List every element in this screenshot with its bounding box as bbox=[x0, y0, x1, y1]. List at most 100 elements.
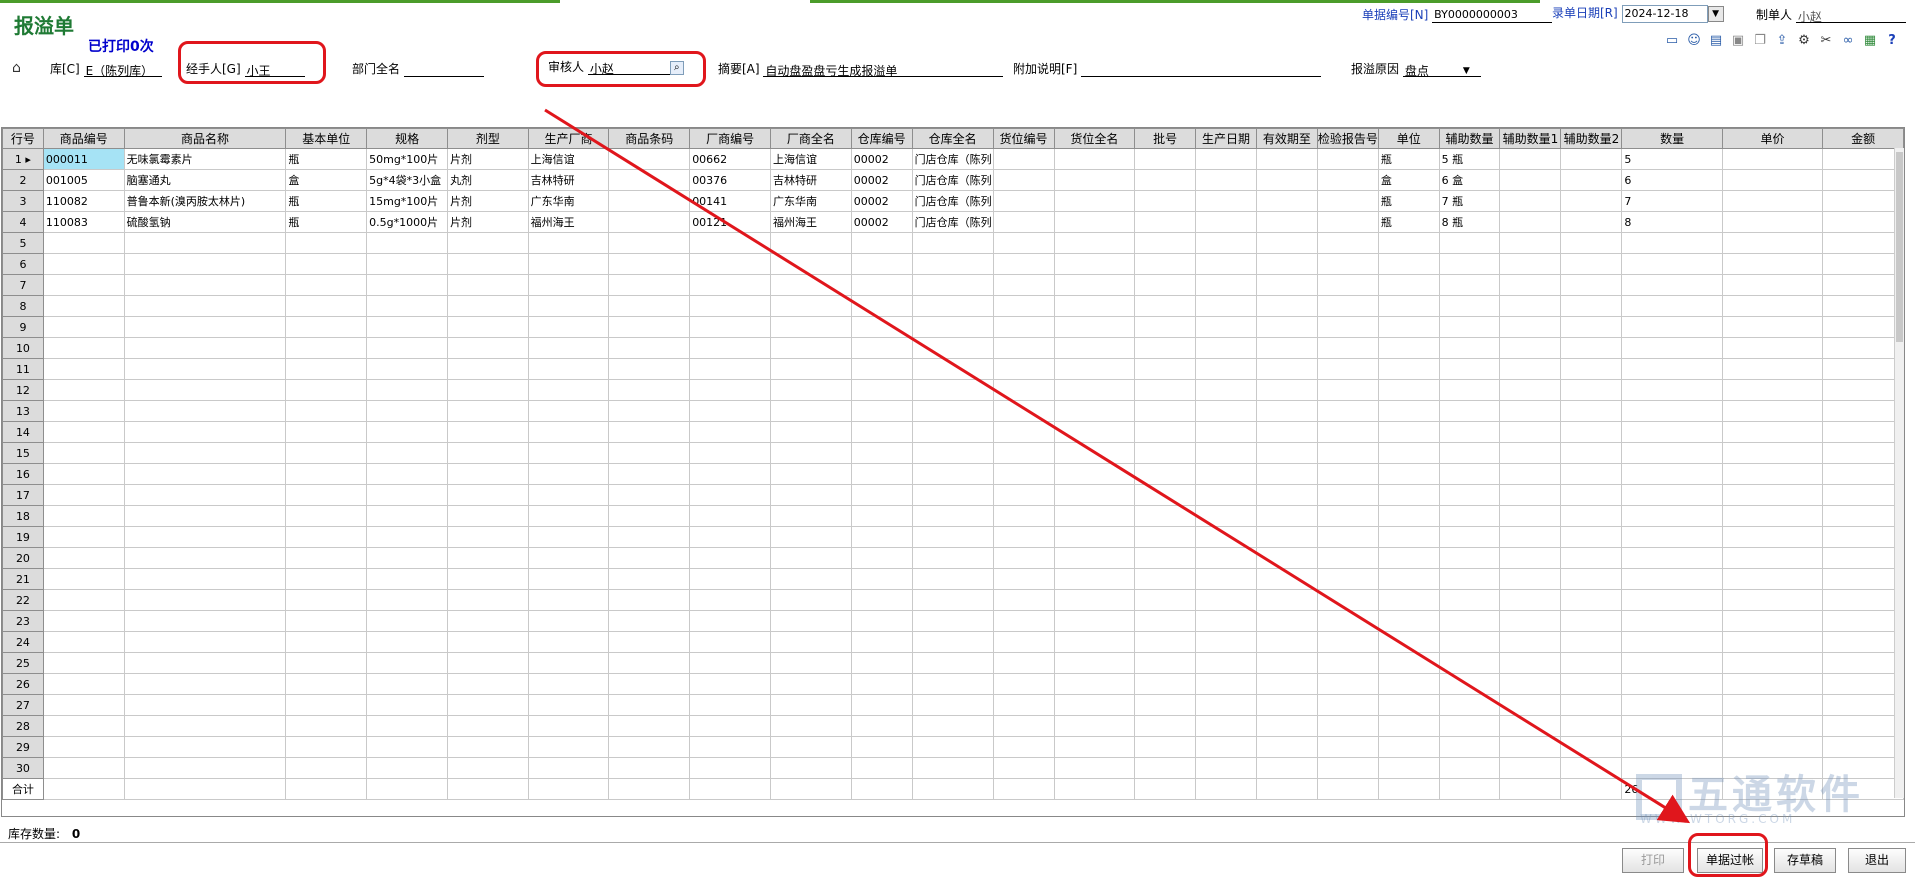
vertical-scrollbar[interactable] bbox=[1894, 148, 1904, 798]
table-cell[interactable] bbox=[1438, 253, 1501, 275]
table-cell[interactable] bbox=[42, 715, 125, 737]
table-row[interactable]: 22 bbox=[2, 589, 1904, 611]
table-cell[interactable] bbox=[850, 568, 913, 590]
table-cell[interactable] bbox=[1134, 169, 1197, 191]
table-cell[interactable] bbox=[1721, 652, 1824, 674]
table-cell[interactable] bbox=[366, 526, 449, 548]
table-cell[interactable] bbox=[1053, 358, 1136, 380]
table-cell[interactable] bbox=[285, 610, 368, 632]
table-cell[interactable] bbox=[1195, 631, 1257, 653]
table-cell[interactable] bbox=[1499, 715, 1562, 737]
table-cell[interactable] bbox=[1255, 547, 1318, 569]
table-cell[interactable] bbox=[123, 568, 287, 590]
table-row[interactable]: 10 bbox=[2, 337, 1904, 359]
table-cell[interactable] bbox=[769, 316, 852, 338]
table-row[interactable]: 8 bbox=[2, 295, 1904, 317]
table-cell[interactable] bbox=[527, 736, 610, 758]
tools-icon[interactable]: ✂ bbox=[1817, 32, 1835, 50]
table-cell[interactable] bbox=[527, 652, 610, 674]
table-cell[interactable] bbox=[1195, 463, 1257, 485]
table-cell[interactable] bbox=[1438, 379, 1501, 401]
column-header[interactable]: 剂型 bbox=[447, 128, 529, 149]
table-cell[interactable] bbox=[1255, 736, 1318, 758]
table-cell[interactable] bbox=[1195, 169, 1257, 191]
table-cell[interactable]: 吉林特研 bbox=[527, 169, 610, 191]
table-cell[interactable] bbox=[1195, 232, 1257, 254]
table-cell[interactable] bbox=[1053, 568, 1136, 590]
table-cell[interactable] bbox=[123, 442, 287, 464]
table-cell[interactable] bbox=[1822, 253, 1904, 275]
table-cell[interactable] bbox=[1255, 757, 1318, 779]
table-cell[interactable] bbox=[850, 295, 913, 317]
table-cell[interactable] bbox=[769, 736, 852, 758]
column-header[interactable]: 生产日期 bbox=[1195, 128, 1257, 149]
table-cell[interactable] bbox=[527, 295, 610, 317]
table-cell[interactable] bbox=[769, 715, 852, 737]
table-cell[interactable] bbox=[1053, 547, 1136, 569]
table-cell[interactable] bbox=[527, 421, 610, 443]
table-cell[interactable] bbox=[1255, 316, 1318, 338]
table-row[interactable]: 11 bbox=[2, 358, 1904, 380]
table-cell[interactable] bbox=[1255, 295, 1318, 317]
table-cell[interactable] bbox=[1560, 442, 1623, 464]
table-cell[interactable] bbox=[42, 316, 125, 338]
table-cell[interactable] bbox=[1721, 484, 1824, 506]
table-cell[interactable] bbox=[992, 316, 1055, 338]
table-cell[interactable] bbox=[1621, 463, 1723, 485]
table-cell[interactable] bbox=[850, 736, 913, 758]
table-cell[interactable] bbox=[1316, 379, 1379, 401]
table-cell[interactable] bbox=[1560, 652, 1623, 674]
table-cell[interactable] bbox=[1822, 547, 1904, 569]
table-cell[interactable] bbox=[1255, 715, 1318, 737]
table-cell[interactable] bbox=[769, 631, 852, 653]
table-cell[interactable] bbox=[123, 295, 287, 317]
table-cell[interactable] bbox=[42, 547, 125, 569]
table-cell[interactable] bbox=[1134, 715, 1197, 737]
table-cell[interactable] bbox=[1377, 442, 1440, 464]
column-header[interactable]: 厂商全名 bbox=[769, 128, 852, 149]
table-cell[interactable] bbox=[850, 379, 913, 401]
table-cell[interactable] bbox=[1134, 568, 1197, 590]
table-cell[interactable] bbox=[123, 253, 287, 275]
table-cell[interactable] bbox=[42, 673, 125, 695]
table-cell[interactable]: 上海信谊 bbox=[769, 148, 852, 170]
table-row[interactable]: 15 bbox=[2, 442, 1904, 464]
table-cell[interactable] bbox=[850, 526, 913, 548]
table-cell[interactable] bbox=[992, 652, 1055, 674]
table-cell[interactable] bbox=[447, 631, 529, 653]
table-cell[interactable] bbox=[1134, 379, 1197, 401]
table-cell[interactable] bbox=[1560, 526, 1623, 548]
table-cell[interactable] bbox=[1621, 652, 1723, 674]
table-cell[interactable] bbox=[1560, 484, 1623, 506]
table-cell[interactable] bbox=[527, 232, 610, 254]
table-cell[interactable] bbox=[689, 400, 771, 422]
table-cell[interactable] bbox=[1822, 736, 1904, 758]
table-cell[interactable] bbox=[608, 673, 691, 695]
table-cell[interactable] bbox=[1721, 610, 1824, 632]
table-cell[interactable] bbox=[1134, 757, 1197, 779]
table-cell[interactable] bbox=[447, 484, 529, 506]
table-cell[interactable] bbox=[1195, 148, 1257, 170]
table-cell[interactable] bbox=[366, 694, 449, 716]
table-cell[interactable] bbox=[1721, 442, 1824, 464]
table-cell[interactable] bbox=[608, 148, 691, 170]
table-cell[interactable] bbox=[1316, 505, 1379, 527]
table-cell[interactable] bbox=[1621, 253, 1723, 275]
table-cell[interactable] bbox=[769, 526, 852, 548]
table-cell[interactable] bbox=[1499, 568, 1562, 590]
table-cell[interactable] bbox=[1195, 337, 1257, 359]
table-cell[interactable] bbox=[992, 463, 1055, 485]
table-cell[interactable] bbox=[1377, 274, 1440, 296]
table-cell[interactable] bbox=[1316, 295, 1379, 317]
table-cell[interactable] bbox=[992, 169, 1055, 191]
table-cell[interactable] bbox=[1721, 526, 1824, 548]
table-cell[interactable] bbox=[1195, 589, 1257, 611]
table-cell[interactable] bbox=[42, 358, 125, 380]
table-cell[interactable]: 门店仓库（陈列 bbox=[911, 148, 994, 170]
table-cell[interactable] bbox=[447, 295, 529, 317]
table-cell[interactable]: 盒 bbox=[1377, 169, 1440, 191]
table-cell[interactable] bbox=[911, 610, 994, 632]
table-cell[interactable] bbox=[1621, 358, 1723, 380]
contact-icon[interactable]: ☺ bbox=[1685, 32, 1703, 50]
table-cell[interactable] bbox=[285, 673, 368, 695]
